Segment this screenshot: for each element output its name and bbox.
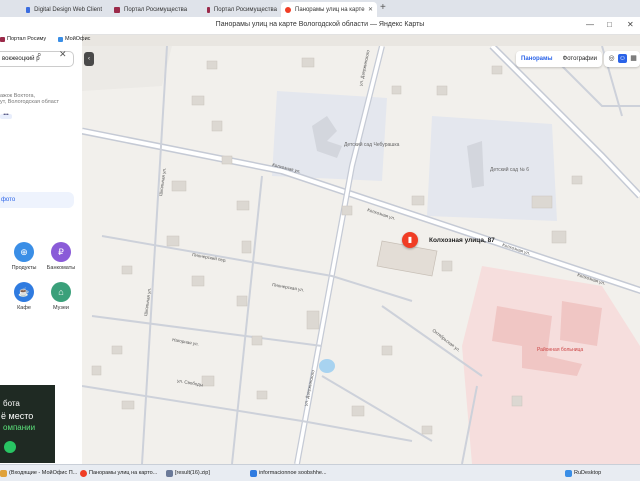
tab-digital-design[interactable]: Digital Design Web Client	[22, 2, 106, 17]
category-products[interactable]: ⊕ Продукты	[9, 242, 39, 271]
map-sidebar: вокжеоцкий р ⌕ ✕ ажок Вохтога, ут, Волог…	[0, 46, 83, 464]
street-label: ул. Дзержинского	[358, 49, 371, 86]
svg-text:Детский сад Чебурашка: Детский сад Чебурашка	[344, 141, 400, 148]
museum-icon: ⌂	[51, 282, 71, 302]
street-label: Пионерский пер.	[192, 251, 227, 263]
tab-rosim-2[interactable]: Портал Росимущества	[203, 2, 281, 17]
hospital-building	[560, 301, 602, 346]
place-pin-icon[interactable]: ▮	[402, 232, 418, 248]
bookmark-rosim[interactable]: Портал Росиму	[0, 36, 46, 42]
place-address: ажок Вохтога, ут, Вологодская област	[0, 93, 60, 105]
add-photo-button[interactable]: фото	[0, 192, 74, 208]
map-pin-favicon-icon	[285, 6, 291, 13]
maximize-button[interactable]: □	[607, 20, 612, 29]
browser-tab-bar: Digital Design Web Client Портал Росимущ…	[0, 0, 640, 17]
person-icon[interactable]: ☺	[618, 54, 627, 63]
street-label: ул. Свободы	[177, 378, 204, 387]
close-tab-icon[interactable]: ✕	[368, 6, 373, 13]
category-atm[interactable]: ₽ Банкоматы	[46, 242, 76, 271]
browser-icon	[80, 469, 87, 477]
collapse-sidebar-button[interactable]: ‹	[84, 52, 94, 66]
window-title-bar: Панорамы улиц на карте Вологодской облас…	[0, 17, 640, 35]
close-icon[interactable]: ✕	[59, 49, 67, 60]
tab-yandex-maps[interactable]: Панорамы улиц на карте ✕	[281, 2, 377, 17]
category-cafe[interactable]: ☕ Кафе	[9, 282, 39, 311]
map-drawing: Колхозная ул. Колхозная ул. Колхозная ул…	[82, 46, 640, 464]
category-museums[interactable]: ⌂ Музеи	[46, 282, 76, 311]
bookmarks-bar: Портал Росиму МойОфис	[0, 34, 90, 46]
more-button[interactable]: •••	[0, 113, 12, 119]
new-tab-button[interactable]: +	[380, 2, 386, 13]
bookmark-icon	[0, 36, 5, 42]
map-controls: ◎ ☺ ▦	[604, 51, 640, 67]
street-label: Октябрьская ул.	[431, 328, 461, 353]
bookmark-myoffice[interactable]: МойОфис	[58, 36, 90, 42]
mail-icon	[0, 469, 7, 477]
cup-icon: ☕	[14, 282, 34, 302]
map-area	[82, 46, 172, 91]
tab-favicon-icon	[207, 6, 210, 13]
bookmark-icon	[58, 36, 63, 42]
tab-favicon-icon	[114, 6, 120, 13]
archive-icon	[166, 469, 173, 477]
ad-logo-icon	[4, 441, 16, 453]
taskbar-item-archive[interactable]: [result(16).zip]	[166, 468, 210, 478]
minimize-button[interactable]: —	[586, 20, 594, 29]
tab-favicon-icon	[26, 6, 31, 13]
map-canvas[interactable]: Колхозная ул. Колхозная ул. Колхозная ул…	[82, 46, 640, 464]
taskbar-item-document[interactable]: informacionnoe soobshhe...	[250, 468, 327, 478]
tab-panoramas[interactable]: Панорамы	[521, 56, 553, 62]
rudesktop-icon	[565, 469, 572, 477]
tab-rosim-1[interactable]: Портал Росимущества	[110, 2, 200, 17]
selected-place-label[interactable]: Колхозная улица, 87	[429, 237, 495, 244]
layers-icon[interactable]: ◎	[607, 54, 616, 63]
map-mode-switch: Панорамы Фотографии	[516, 51, 602, 67]
cart-icon: ⊕	[14, 242, 34, 262]
taskbar-item-rudesktop[interactable]: RuDesktop	[565, 468, 601, 478]
taskbar-item-mail[interactable]: (Входящие - МойОфис П...	[0, 468, 77, 478]
pond	[319, 359, 335, 373]
document-icon	[250, 469, 257, 477]
svg-text:Районная больница: Районная больница	[537, 346, 583, 353]
search-icon[interactable]: ⌕	[37, 50, 41, 60]
advertisement-banner[interactable]: бота ё место омпании	[0, 385, 55, 463]
tab-photos[interactable]: Фотографии	[563, 56, 597, 62]
ruble-icon: ₽	[51, 242, 71, 262]
layout-icon[interactable]: ▦	[629, 54, 638, 63]
os-taskbar: (Входящие - МойОфис П... Панорамы улиц н…	[0, 464, 640, 481]
street-label: Пионерская ул.	[272, 282, 305, 293]
svg-text:Детский сад № 6: Детский сад № 6	[490, 166, 529, 173]
page-title: Панорамы улиц на карте Вологодской облас…	[215, 21, 425, 28]
taskbar-item-browser[interactable]: Панорамы улиц на карто...	[80, 468, 157, 478]
street-label: Нагорная ул.	[172, 337, 199, 347]
close-window-button[interactable]: ✕	[627, 20, 634, 29]
